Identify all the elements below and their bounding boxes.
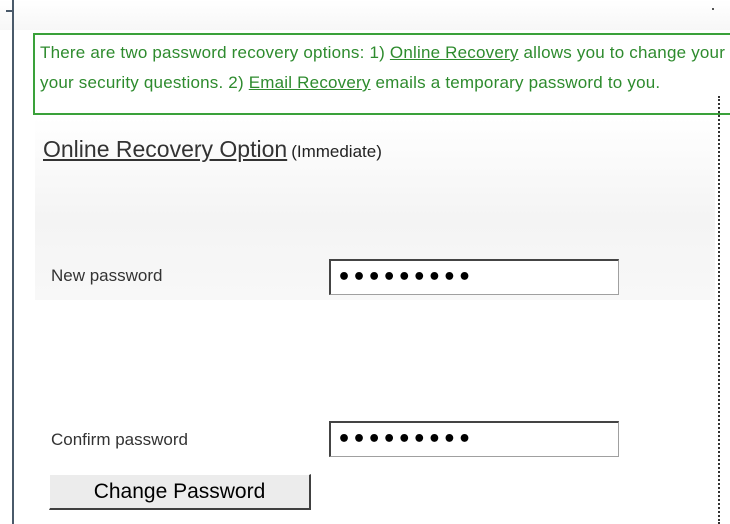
notice-line-2-suffix: emails a temporary password to you. bbox=[370, 73, 661, 92]
confirm-password-input[interactable] bbox=[329, 421, 619, 457]
notice-line-2: your security questions. 2) Email Recove… bbox=[40, 73, 660, 93]
new-password-label: New password bbox=[51, 266, 163, 285]
confirm-password-label: Confirm password bbox=[51, 430, 188, 449]
recovery-options-notice: There are two password recovery options:… bbox=[33, 33, 730, 115]
notice-line-1: There are two password recovery options:… bbox=[40, 43, 730, 63]
top-right-tick bbox=[712, 8, 714, 10]
notice-line-1-suffix: allows you to change your password after… bbox=[523, 43, 730, 62]
notice-line-1-prefix: There are two password recovery options:… bbox=[40, 43, 390, 62]
column-divider bbox=[718, 96, 720, 524]
page-background bbox=[0, 0, 730, 30]
notice-line-2-prefix: your security questions. 2) bbox=[40, 73, 249, 92]
left-border-rule bbox=[12, 0, 14, 524]
online-recovery-option-subtitle: (Immediate) bbox=[291, 142, 382, 161]
email-recovery-link[interactable]: Email Recovery bbox=[249, 73, 371, 92]
online-recovery-link[interactable]: Online Recovery bbox=[390, 43, 519, 62]
left-border-tick bbox=[6, 10, 12, 12]
online-recovery-option-title[interactable]: Online Recovery Option bbox=[43, 136, 287, 162]
section-heading: Online Recovery Option (Immediate) bbox=[43, 136, 382, 163]
new-password-input[interactable] bbox=[329, 259, 619, 295]
change-password-button[interactable]: Change Password bbox=[49, 474, 311, 510]
